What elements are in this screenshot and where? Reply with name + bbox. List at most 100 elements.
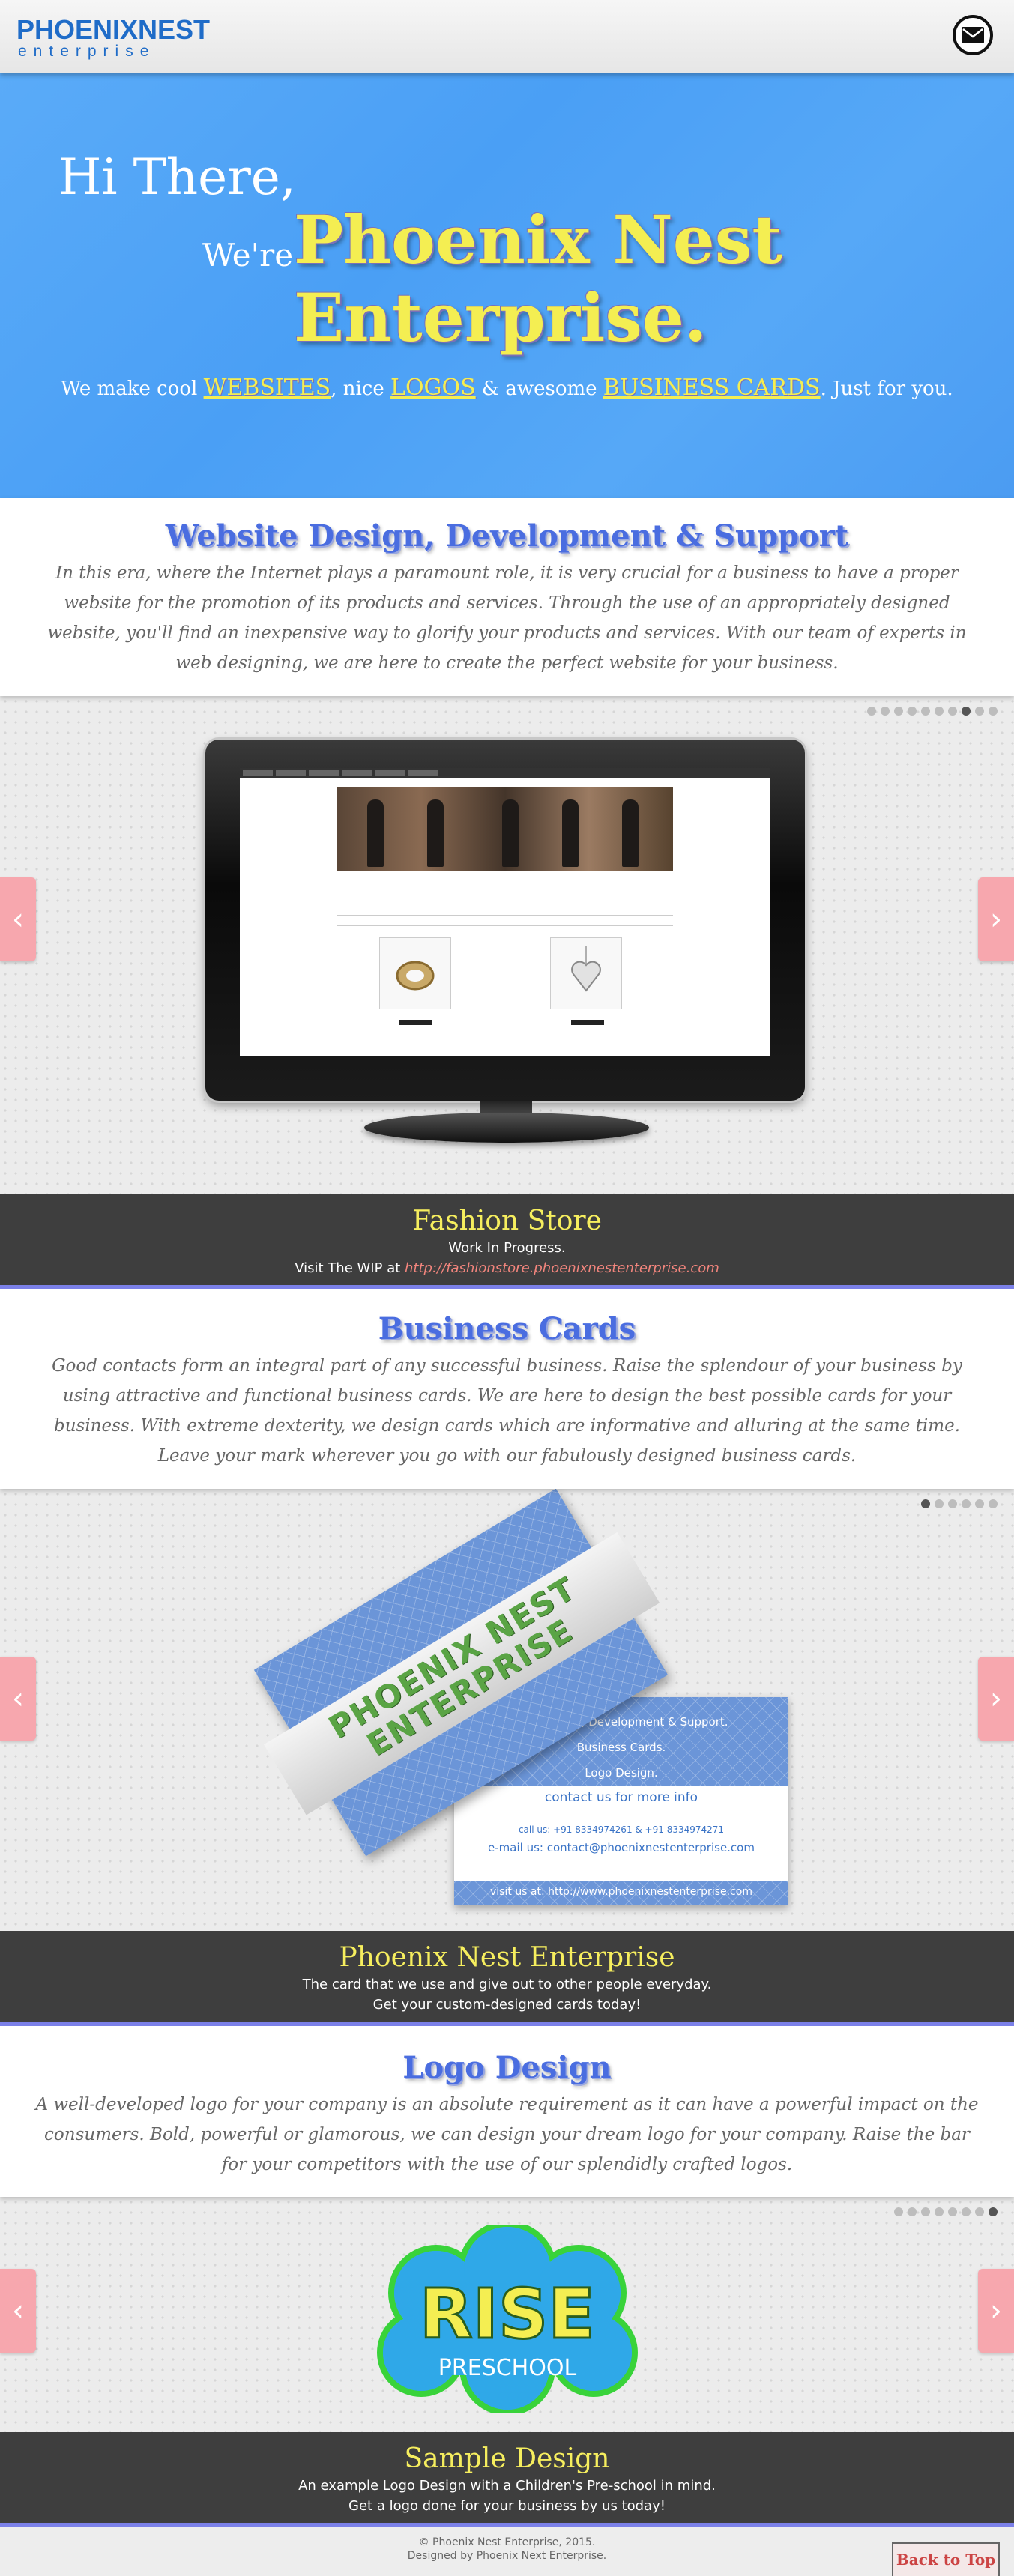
hero-were: We're xyxy=(202,237,294,273)
business-cards-section: Business Cards Good contacts form an int… xyxy=(0,1289,1014,1489)
business-cards-title: Business Cards xyxy=(378,1311,636,1346)
hero-banner: Hi There, We're Phoenix Nest Enterprise.… xyxy=(0,73,1014,498)
slider-dot[interactable] xyxy=(921,1499,930,1508)
slider-dot[interactable] xyxy=(921,2207,930,2216)
rise-preschool-logo: RISE PRESCHOOL xyxy=(377,2225,638,2413)
websites-link[interactable]: WEBSITES xyxy=(204,375,331,401)
hero-title: Phoenix Nest Enterprise. xyxy=(294,201,833,357)
logo-design-section: Logo Design A well-developed logo for yo… xyxy=(0,2026,1014,2197)
hero-greeting: Hi There, xyxy=(58,148,296,206)
slider-prev-button[interactable]: ‹ xyxy=(0,877,36,961)
fashion-store-link[interactable]: http://fashionstore.phoenixnestenterpris… xyxy=(405,1260,719,1276)
caption-line: Get a logo done for your business by us … xyxy=(348,2498,666,2514)
caption-line-text: Visit The WIP at xyxy=(295,1260,405,1276)
website-section: Website Design, Development & Support In… xyxy=(0,498,1014,696)
copyright: © Phoenix Nest Enterprise, 2015. xyxy=(418,2536,596,2548)
caption-line: Visit The WIP at http://fashionstore.pho… xyxy=(0,1258,1014,1278)
logo-design-title: Logo Design xyxy=(402,2050,612,2085)
slider-dot[interactable] xyxy=(989,2207,998,2216)
hero-title-line1: Phoenix Nest xyxy=(294,201,782,279)
logo-design-text: A well-developed logo for your company i… xyxy=(35,2095,979,2174)
mock-product-ring xyxy=(379,937,451,1009)
chevron-right-icon: › xyxy=(990,2294,1002,2328)
slider-dot[interactable] xyxy=(962,1499,971,1508)
logo-slider: ‹ › RISE PRESCHOOL xyxy=(0,2197,1014,2432)
caption-line: Work In Progress. xyxy=(448,1240,566,1256)
tagline-text: , nice xyxy=(331,378,391,400)
logo-wordmark: PHOENIXNEST xyxy=(16,14,211,45)
hero-tagline: We make cool WEBSITES, nice LOGOS & awes… xyxy=(0,375,1014,401)
slider-dot[interactable] xyxy=(921,707,930,716)
logos-link[interactable]: LOGOS xyxy=(390,375,476,401)
back-to-top-button[interactable]: Back to Top xyxy=(892,2542,1000,2576)
hero-title-line2: Enterprise. xyxy=(294,279,707,357)
preschool-word: PRESCHOOL xyxy=(438,2355,577,2381)
monitor-mockup xyxy=(205,740,805,1101)
card-email: e-mail us: contact@phoenixnestenterprise… xyxy=(488,1841,755,1854)
caption-line: An example Logo Design with a Children's… xyxy=(298,2478,716,2494)
mock-nav xyxy=(240,768,770,778)
chevron-right-icon: › xyxy=(990,1681,1002,1716)
slider-dot[interactable] xyxy=(975,707,984,716)
slider-prev-button[interactable]: ‹ xyxy=(0,1657,36,1741)
slider-next-button[interactable]: › xyxy=(978,877,1014,961)
chevron-left-icon: ‹ xyxy=(12,2294,24,2328)
website-slider: ‹ › xyxy=(0,696,1014,1194)
slider-dot[interactable] xyxy=(948,1499,957,1508)
rise-word: RISE xyxy=(420,2274,595,2354)
site-logo[interactable]: PHOENIXNEST enterprise xyxy=(16,16,210,60)
envelope-icon xyxy=(962,27,984,43)
designed-by: Designed by Phoenix Next Enterprise. xyxy=(407,2550,607,2562)
website-section-text: In this era, where the Internet plays a … xyxy=(47,563,967,673)
slider-dot[interactable] xyxy=(908,2207,917,2216)
slider-dot[interactable] xyxy=(935,707,944,716)
caption-line: The card that we use and give out to oth… xyxy=(302,1977,712,1992)
contact-mail-button[interactable] xyxy=(953,15,993,55)
tagline-text: We make cool xyxy=(61,378,204,400)
slider-dot[interactable] xyxy=(935,2207,944,2216)
card-contact-panel: contact us for more info call us: +91 83… xyxy=(454,1786,788,1881)
slider-dot[interactable] xyxy=(894,2207,903,2216)
slider-dot[interactable] xyxy=(962,707,971,716)
card-contact: contact us for more info xyxy=(544,1790,698,1805)
business-cards-text: Good contacts form an integral part of a… xyxy=(52,1356,962,1466)
fashion-store-screenshot[interactable] xyxy=(240,768,770,1056)
business-cards-caption: Phoenix Nest Enterprise The card that we… xyxy=(0,1931,1014,2026)
business-cards-slider: ‹ › Web Design, Development & Support. B… xyxy=(0,1488,1014,1931)
card-website: visit us at: http://www.phoenixnestenter… xyxy=(490,1886,752,1898)
top-bar: PHOENIXNEST enterprise xyxy=(0,0,1014,73)
slider-dots xyxy=(921,1499,998,1508)
slider-prev-button[interactable]: ‹ xyxy=(0,2269,36,2353)
slider-next-button[interactable]: › xyxy=(978,1657,1014,1741)
mock-product-pendant xyxy=(550,937,622,1009)
monitor-stand xyxy=(364,1113,649,1143)
caption-title: Phoenix Nest Enterprise xyxy=(339,1942,675,1973)
slider-dot[interactable] xyxy=(881,707,890,716)
mock-banner xyxy=(337,787,673,871)
slider-dots xyxy=(894,2207,998,2216)
business-cards-link[interactable]: BUSINESS CARDS xyxy=(603,375,821,401)
slider-dot[interactable] xyxy=(975,1499,984,1508)
logo-caption: Sample Design An example Logo Design wit… xyxy=(0,2432,1014,2527)
slider-dot[interactable] xyxy=(948,2207,957,2216)
chevron-left-icon: ‹ xyxy=(12,902,24,937)
tagline-text: . Just for you. xyxy=(820,378,953,400)
tagline-text: & awesome xyxy=(475,378,603,400)
slider-dot[interactable] xyxy=(962,2207,971,2216)
slider-dots xyxy=(867,707,998,716)
slider-next-button[interactable]: › xyxy=(978,2269,1014,2353)
logo-subtitle: enterprise xyxy=(18,43,156,60)
slider-dot[interactable] xyxy=(867,707,876,716)
slider-dot[interactable] xyxy=(989,1499,998,1508)
slider-dot[interactable] xyxy=(935,1499,944,1508)
caption-title: Fashion Store xyxy=(412,1206,602,1236)
slider-dot[interactable] xyxy=(948,707,957,716)
slider-dot[interactable] xyxy=(975,2207,984,2216)
website-caption: Fashion Store Work In Progress. Visit Th… xyxy=(0,1194,1014,1289)
slider-dot[interactable] xyxy=(989,707,998,716)
slider-dot[interactable] xyxy=(894,707,903,716)
card-phone: call us: +91 8334974261 & +91 8334974271 xyxy=(518,1824,725,1835)
caption-title: Sample Design xyxy=(404,2443,610,2474)
chevron-left-icon: ‹ xyxy=(12,1681,24,1716)
slider-dot[interactable] xyxy=(908,707,917,716)
